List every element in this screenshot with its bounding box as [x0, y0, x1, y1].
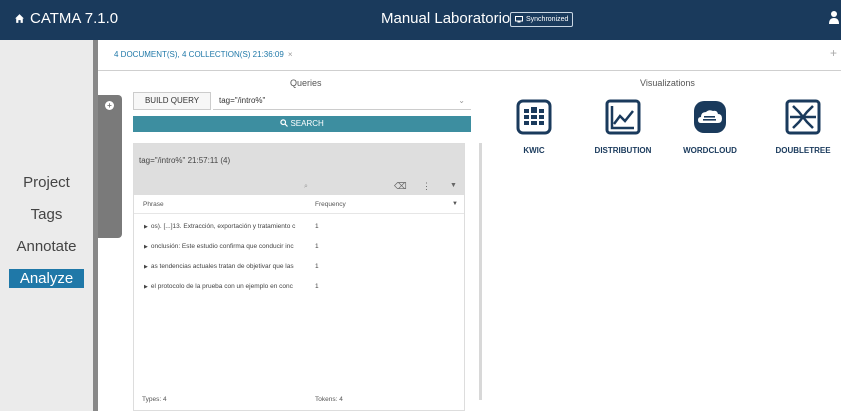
table-row[interactable]: ▶ os). [...]13. Extracción, exportación y…: [134, 219, 464, 237]
sync-label: Synchronized: [526, 16, 569, 23]
monitor-icon: [515, 16, 523, 23]
kwic-button[interactable]: KWIC: [512, 99, 556, 155]
table-row[interactable]: ▶ el protocolo de la prueba con un ejempl…: [134, 279, 464, 297]
expand-icon[interactable]: ▶: [144, 284, 148, 290]
wordcloud-button[interactable]: WORDCLOUD: [680, 99, 740, 155]
sidebar-item-label: Tags: [30, 206, 63, 223]
collapse-caret-icon[interactable]: ▼: [450, 182, 457, 189]
query-result-panel: tag="/intro%" 21:57:11 (4) ⌕ ⌫ ⋮ ▼ Phras…: [133, 143, 465, 411]
chevron-down-icon[interactable]: ⌄: [458, 92, 465, 110]
tab-analysis[interactable]: 4 DOCUMENT(S), 4 COLLECTION(S) 21:36:09 ×: [114, 50, 293, 59]
column-header-phrase[interactable]: Phrase: [143, 201, 164, 208]
plus-circle-icon[interactable]: +: [105, 101, 114, 110]
query-input[interactable]: tag="/intro%" ⌄: [213, 92, 471, 110]
types-count: Types: 4: [142, 396, 167, 403]
top-bar: CATMA 7.1.0 Manual Laboratorio Synchroni…: [0, 0, 841, 40]
sidebar-item-label: Project: [23, 174, 70, 191]
expand-icon[interactable]: ▶: [144, 224, 148, 230]
app-title: CATMA 7.1.0: [30, 10, 119, 27]
row-phrase: el protocolo de la prueba con un ejemplo…: [150, 283, 293, 290]
doubletree-label: DOUBLETREE: [775, 146, 831, 155]
expand-icon[interactable]: ▶: [144, 264, 148, 270]
row-phrase: os). [...]13. Extracción, exportación y …: [150, 223, 296, 230]
column-sort-icon[interactable]: ▼: [452, 201, 458, 207]
row-frequency: 1: [315, 263, 319, 270]
kwic-icon: [516, 99, 552, 135]
kwic-label: KWIC: [523, 146, 545, 155]
table-row[interactable]: ▶ onclusión: Este estudio confirma que co…: [134, 239, 464, 257]
distribution-icon: [605, 99, 641, 135]
result-filter-row: ⌕ ⌫ ⋮ ▼: [134, 181, 464, 195]
wordcloud-icon: [694, 101, 726, 133]
search-button[interactable]: SEARCH: [133, 116, 471, 132]
search-label: SEARCH: [290, 119, 324, 128]
tab-strip: 4 DOCUMENT(S), 4 COLLECTION(S) 21:36:09 ×…: [98, 40, 841, 71]
row-frequency: 1: [315, 223, 319, 230]
sidebar-item-label: Annotate: [16, 238, 77, 255]
result-grid-header: Phrase Frequency ▼: [134, 196, 464, 214]
close-icon[interactable]: ×: [288, 50, 293, 59]
sidebar-item-tags[interactable]: Tags: [0, 206, 93, 223]
tokens-count: Tokens: 4: [315, 396, 343, 403]
app-brand[interactable]: CATMA 7.1.0: [14, 10, 118, 27]
query-value: tag="/intro%": [219, 96, 266, 105]
row-phrase: as tendencias actuales tratan de objetiv…: [150, 263, 294, 270]
table-row[interactable]: ▶ as tendencias actuales tratan de objeti…: [134, 259, 464, 277]
sidebar-item-analyze[interactable]: Analyze: [0, 269, 93, 288]
row-frequency: 1: [315, 283, 319, 290]
add-tab-icon[interactable]: +: [830, 46, 837, 60]
panel-splitter[interactable]: [479, 143, 482, 400]
more-options-icon[interactable]: ⋮: [422, 181, 431, 192]
doubletree-button[interactable]: DOUBLETREE: [770, 99, 836, 155]
distribution-button[interactable]: DISTRIBUTION: [591, 99, 655, 155]
user-icon[interactable]: [829, 10, 839, 24]
column-header-frequency[interactable]: Frequency: [315, 201, 346, 208]
doubletree-icon: [785, 99, 821, 135]
build-query-button[interactable]: BUILD QUERY: [133, 92, 211, 110]
sidebar-item-annotate[interactable]: Annotate: [0, 238, 93, 255]
queries-title: Queries: [290, 78, 322, 88]
home-icon: [15, 14, 24, 23]
tab-label: 4 DOCUMENT(S), 4 COLLECTION(S) 21:36:09: [114, 50, 284, 59]
filter-search-icon[interactable]: ⌕: [304, 183, 308, 191]
wordcloud-label: WORDCLOUD: [683, 146, 737, 155]
expand-icon[interactable]: ▶: [144, 244, 148, 250]
sidebar-nav: Project Tags Annotate Analyze: [0, 40, 93, 411]
visualizations-title: Visualizations: [640, 78, 695, 88]
row-phrase: onclusión: Este estudio confirma que con…: [150, 243, 294, 250]
sync-status-badge: Synchronized: [510, 12, 574, 27]
sidebar-item-project[interactable]: Project: [0, 174, 93, 191]
sidebar-item-label: Analyze: [8, 269, 85, 288]
project-title: Manual Laboratorio: [381, 10, 511, 27]
result-title: tag="/intro%" 21:57:11 (4): [139, 156, 231, 165]
eraser-icon[interactable]: ⌫: [394, 181, 407, 192]
distribution-label: DISTRIBUTION: [594, 146, 652, 155]
row-frequency: 1: [315, 243, 319, 250]
query-panel-collapse[interactable]: +: [98, 95, 122, 238]
search-icon: [280, 119, 289, 127]
